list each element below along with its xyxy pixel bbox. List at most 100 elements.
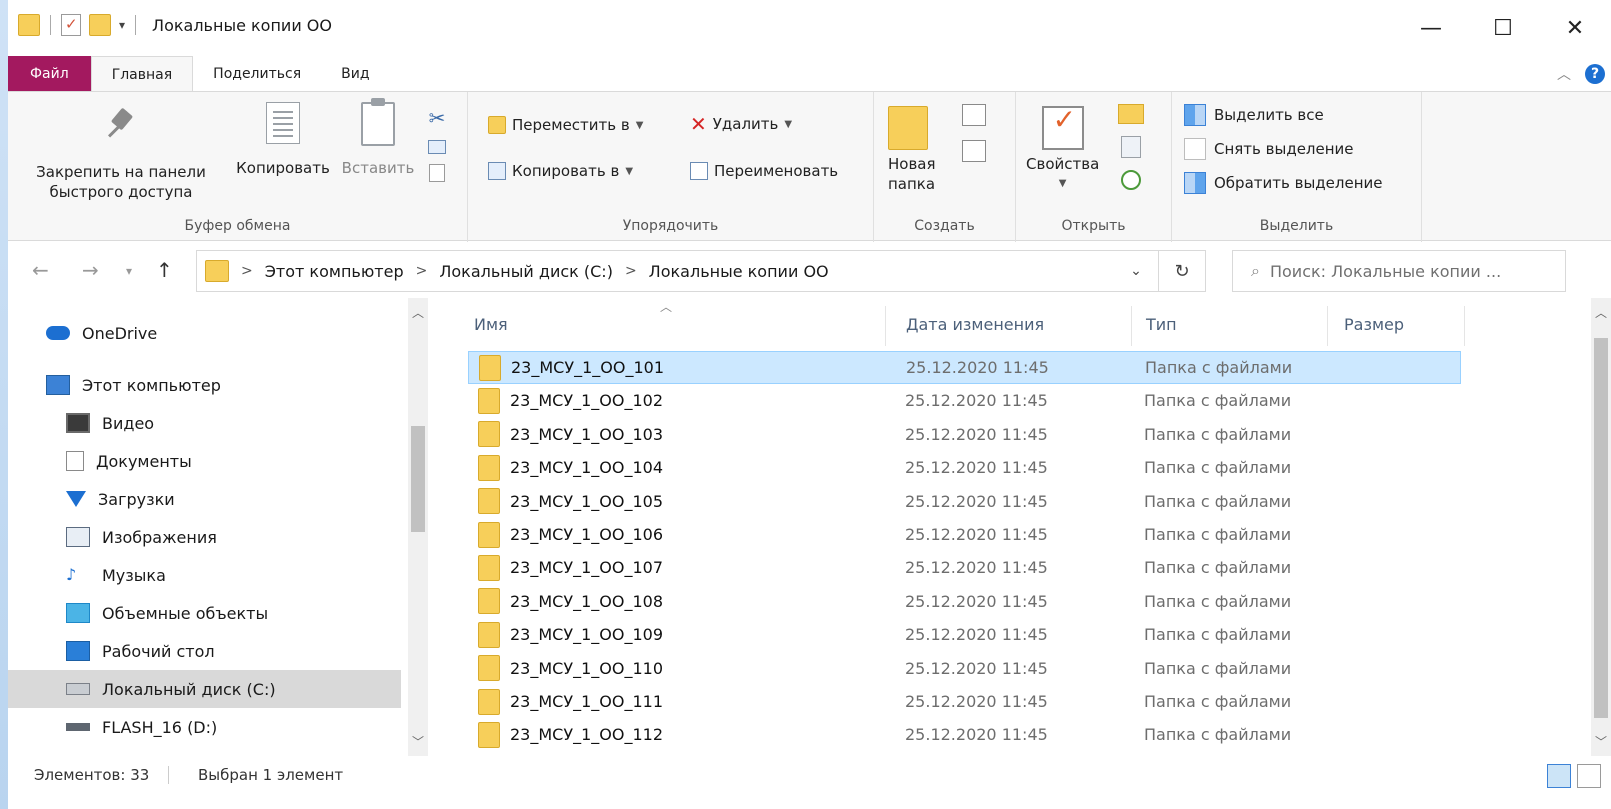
sidebar-item[interactable]: Объемные объекты <box>8 594 401 632</box>
collapse-ribbon-icon[interactable]: ︿ <box>1557 64 1571 84</box>
copy-to-button[interactable]: Копировать в ▼ <box>488 162 633 180</box>
rename-button[interactable]: Переименовать <box>690 162 838 180</box>
move-to-button[interactable]: Переместить в ▼ <box>488 116 643 134</box>
new-item-icon[interactable] <box>962 104 986 126</box>
sidebar-item[interactable]: Этот компьютер <box>8 366 401 404</box>
scrollbar-thumb[interactable] <box>1594 338 1608 718</box>
address-dropdown-icon[interactable]: ⌄ <box>1114 263 1158 279</box>
sidebar-item-label: Видео <box>102 413 155 433</box>
scrollbar-thumb[interactable] <box>411 426 425 532</box>
column-separator[interactable] <box>1464 306 1465 346</box>
table-row[interactable]: 23_МСУ_1_ОО_103 25.12.2020 11:45 Папка с ф… <box>468 418 1461 451</box>
back-button[interactable]: ← <box>32 258 49 282</box>
tab-view[interactable]: Вид <box>321 56 389 92</box>
sidebar-item[interactable]: Изображения <box>8 518 401 556</box>
column-header-date[interactable]: Дата изменения <box>906 306 1044 342</box>
table-row[interactable]: 23_МСУ_1_ОО_112 25.12.2020 11:45 Папка с ф… <box>468 718 1461 751</box>
new-folder-button[interactable]: Новая папка <box>888 106 936 194</box>
tab-file[interactable]: Файл <box>8 56 91 92</box>
column-header-size[interactable]: Размер <box>1344 306 1404 342</box>
sidebar-item[interactable]: Локальный диск (C:) <box>8 670 401 708</box>
copy-path-icon[interactable] <box>428 140 446 154</box>
up-button[interactable]: ↑ <box>156 258 173 282</box>
chevron-right-icon[interactable]: > <box>416 263 428 279</box>
column-header-type[interactable]: Тип <box>1146 306 1177 342</box>
invert-selection-button[interactable]: Обратить выделение <box>1184 172 1383 194</box>
customize-toolbar-dropdown-icon[interactable]: ▾ <box>119 18 125 32</box>
file-list: ︿ Имя Дата изменения Тип Размер 23_МСУ_1… <box>448 298 1611 756</box>
sidebar-item[interactable]: Рабочий стол <box>8 632 401 670</box>
select-none-button[interactable]: Снять выделение <box>1184 138 1354 160</box>
history-icon[interactable] <box>1121 170 1141 190</box>
select-all-button[interactable]: Выделить все <box>1184 104 1324 126</box>
tab-home[interactable]: Главная <box>90 56 194 92</box>
file-type: Папка с файлами <box>1144 391 1292 411</box>
search-input[interactable] <box>1269 261 1550 281</box>
pin-label-line2: быстрого доступа <box>49 183 193 201</box>
scroll-up-icon[interactable]: ︿ <box>412 304 424 321</box>
sidebar-item[interactable]: Документы <box>8 442 401 480</box>
sidebar-item[interactable]: OneDrive <box>8 314 401 352</box>
refresh-icon[interactable]: ↻ <box>1159 261 1205 282</box>
easy-access-icon[interactable] <box>962 140 986 162</box>
table-row[interactable]: 23_МСУ_1_ОО_106 25.12.2020 11:45 Папка с ф… <box>468 518 1461 551</box>
maximize-button[interactable]: ☐ <box>1467 6 1539 50</box>
large-icons-view-icon[interactable] <box>1577 764 1601 788</box>
chevron-right-icon[interactable]: > <box>241 263 253 279</box>
search-box[interactable]: ⌕ <box>1232 250 1566 292</box>
table-row[interactable]: 23_МСУ_1_ОО_109 25.12.2020 11:45 Папка с ф… <box>468 618 1461 651</box>
copy-button[interactable]: Копировать <box>228 102 338 178</box>
sidebar-item[interactable]: Загрузки <box>8 480 401 518</box>
pin-quick-access-button[interactable]: Закрепить на панели быстрого доступа <box>16 106 226 202</box>
file-name: 23_МСУ_1_ОО_102 <box>510 391 663 411</box>
sidebar-item[interactable]: Видео <box>8 404 401 442</box>
table-row[interactable]: 23_МСУ_1_ОО_107 25.12.2020 11:45 Папка с ф… <box>468 551 1461 584</box>
table-row[interactable]: 23_МСУ_1_ОО_105 25.12.2020 11:45 Папка с ф… <box>468 485 1461 518</box>
address-bar[interactable]: > Этот компьютер > Локальный диск (C:) >… <box>196 250 1206 292</box>
file-list-scrollbar[interactable]: ︿ ﹀ <box>1591 298 1611 756</box>
forward-button[interactable]: → <box>82 258 99 282</box>
table-row[interactable]: 23_МСУ_1_ОО_104 25.12.2020 11:45 Папка с ф… <box>468 451 1461 484</box>
cut-icon[interactable]: ✂ <box>429 106 446 130</box>
desktop-icon <box>66 641 90 661</box>
column-separator[interactable] <box>1131 306 1132 346</box>
recent-locations-dropdown[interactable]: ▾ <box>126 264 132 278</box>
column-separator[interactable] <box>885 306 886 346</box>
edit-icon[interactable] <box>1121 136 1141 158</box>
chevron-down-icon: ▼ <box>1058 178 1067 189</box>
breadcrumb-this-pc[interactable]: Этот компьютер <box>265 262 404 281</box>
sidebar-item[interactable]: FLASH_16 (D:) <box>8 708 401 746</box>
help-icon[interactable]: ? <box>1585 64 1605 84</box>
sidebar-item[interactable]: ♪ Музыка <box>8 556 401 594</box>
breadcrumb-current-folder[interactable]: Локальные копии ОО <box>649 262 829 281</box>
table-row[interactable]: 23_МСУ_1_ОО_110 25.12.2020 11:45 Папка с ф… <box>468 652 1461 685</box>
minimize-button[interactable]: — <box>1395 6 1467 50</box>
details-view-icon[interactable] <box>1547 764 1571 788</box>
table-row[interactable]: 23_МСУ_1_ОО_111 25.12.2020 11:45 Папка с ф… <box>468 685 1461 718</box>
scroll-down-icon[interactable]: ﹀ <box>1595 733 1607 750</box>
column-header-name[interactable]: Имя <box>474 306 508 342</box>
table-row[interactable]: 23_МСУ_1_ОО_108 25.12.2020 11:45 Папка с ф… <box>468 585 1461 618</box>
breadcrumb-local-disk[interactable]: Локальный диск (C:) <box>439 262 613 281</box>
selection-count: Выбран 1 элемент <box>198 766 344 784</box>
table-row[interactable]: 23_МСУ_1_ОО_102 25.12.2020 11:45 Папка с ф… <box>468 384 1461 417</box>
table-row[interactable]: 23_МСУ_1_ОО_101 25.12.2020 11:45 Папка с ф… <box>468 351 1461 384</box>
scroll-down-icon[interactable]: ﹀ <box>412 733 424 750</box>
scroll-up-icon[interactable]: ︿ <box>1595 304 1607 321</box>
paste-button[interactable]: Вставить <box>338 98 418 178</box>
chevron-right-icon[interactable]: > <box>625 263 637 279</box>
properties-icon <box>1041 106 1084 150</box>
new-folder-label-line1: Новая <box>888 155 936 173</box>
tab-share[interactable]: Поделиться <box>193 56 321 92</box>
close-button[interactable]: ✕ <box>1539 6 1611 50</box>
properties-button[interactable]: Свойства ▼ <box>1026 106 1099 194</box>
paste-shortcut-icon[interactable] <box>429 164 445 182</box>
navigation-pane-scrollbar[interactable]: ︿ ﹀ <box>408 298 428 756</box>
new-folder-icon[interactable] <box>89 14 111 36</box>
properties-icon[interactable] <box>61 14 81 36</box>
open-icon[interactable] <box>1118 104 1144 124</box>
file-type: Папка с файлами <box>1145 358 1293 377</box>
delete-button[interactable]: ✕ Удалить ▼ <box>690 112 792 136</box>
column-separator[interactable] <box>1327 306 1328 346</box>
file-type: Папка с файлами <box>1144 525 1292 544</box>
